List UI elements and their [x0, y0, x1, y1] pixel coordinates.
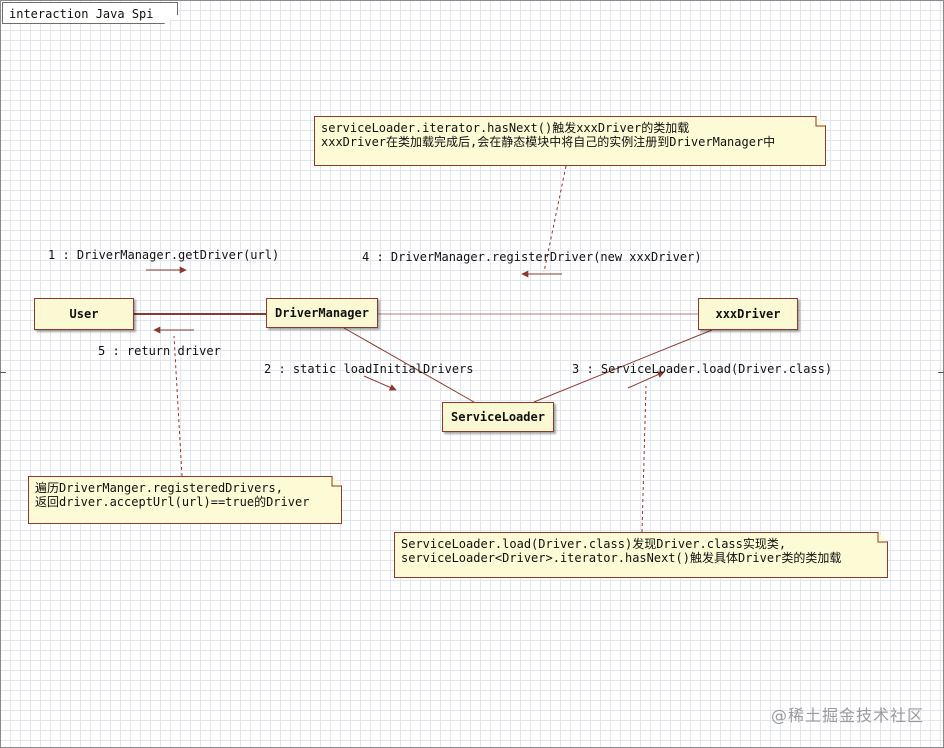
watermark: @稀土掘金技术社区	[770, 706, 924, 725]
note-fold-layer	[331, 116, 888, 543]
